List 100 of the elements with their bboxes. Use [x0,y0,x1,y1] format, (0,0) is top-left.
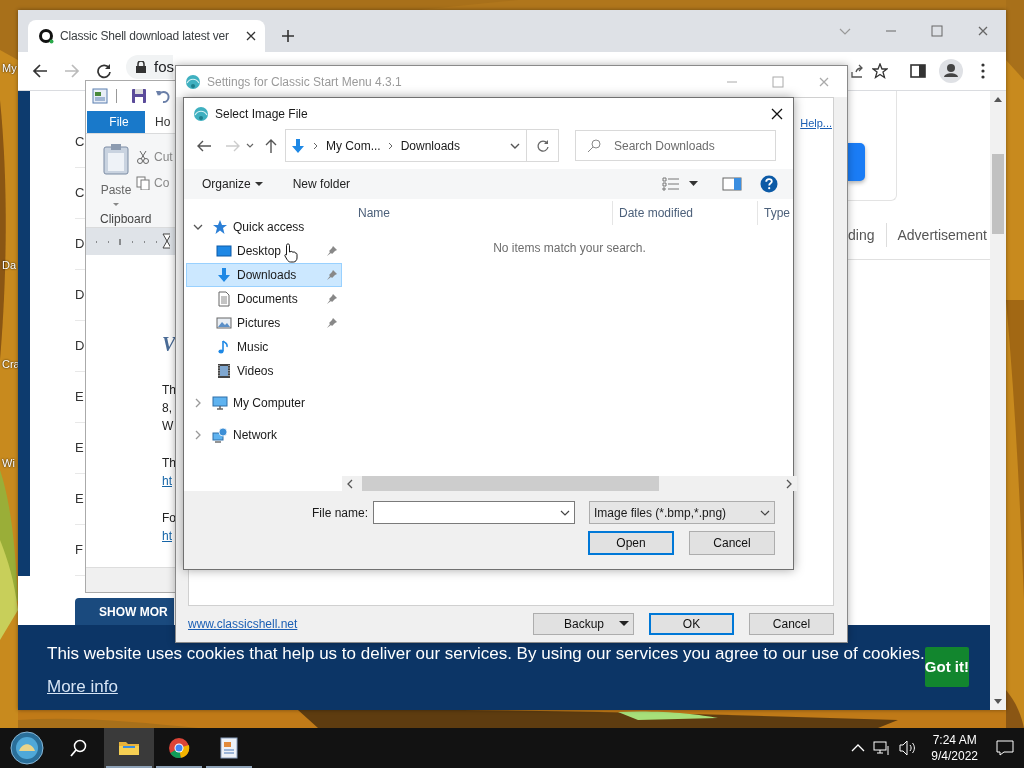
maximize-icon[interactable] [931,25,943,37]
share-icon[interactable] [850,64,864,78]
back-icon[interactable] [32,63,48,79]
avatar-icon[interactable] [939,59,963,83]
help-icon[interactable] [760,175,778,193]
column-header[interactable]: Date modified [612,201,757,225]
star-icon[interactable] [872,63,888,79]
chevron-down-icon[interactable] [246,142,254,149]
close-icon[interactable] [770,106,784,121]
document-text: W [162,418,174,435]
column-header[interactable]: Name [342,201,612,225]
tree-item[interactable]: Documents [186,287,342,311]
chevron-down-icon [560,509,570,516]
document-link[interactable]: ht [162,529,172,543]
breadcrumb[interactable]: Downloads [400,136,461,155]
document-icon [216,291,232,307]
empty-message: No items match your search. [492,240,647,257]
film-icon [216,363,232,379]
more-info-link[interactable]: More info [47,673,118,699]
dialog-title: Select Image File [215,105,308,123]
cookie-message: This website uses cookies that help us to deliver our services. By using our services you agree to our use of cookies. [47,643,925,665]
tree-item[interactable]: Downloads [186,263,342,287]
page-tab[interactable]: Advertisement [897,224,987,246]
pin-icon [326,293,338,305]
search-field[interactable]: Search Downloads [575,130,776,161]
download-icon [216,267,232,283]
scroll-up-icon[interactable] [994,96,1002,102]
file-type-dropdown[interactable]: Image files (*.bmp,*.png) [589,501,775,524]
scrollbar[interactable] [990,91,1006,710]
volume-icon[interactable] [899,740,918,756]
tree-item[interactable]: Quick access [186,215,342,239]
group-label: Clipboard [100,211,152,228]
menu-icon[interactable] [981,63,985,79]
pin-icon [326,269,338,281]
app-icon [185,73,201,90]
dialog-button[interactable]: Cancel [689,531,775,555]
chevron-up-icon[interactable] [851,743,866,753]
reload-icon[interactable] [96,63,112,79]
view-options-icon[interactable] [662,177,680,191]
address-bar[interactable]: fos [126,55,173,79]
notification-icon[interactable] [996,740,1014,756]
tree-item[interactable]: My Computer [186,391,342,415]
pin-icon [326,245,338,257]
scroll-right-icon[interactable] [784,478,794,489]
document-link[interactable]: ht [162,474,172,488]
side-panel-icon[interactable] [910,63,926,79]
network-icon[interactable] [873,740,892,756]
up-arrow-icon[interactable] [263,137,279,154]
scrollbar-thumb[interactable] [992,154,1004,234]
paste-button[interactable]: Paste [98,143,134,207]
chevron-down-icon[interactable] [510,142,520,149]
dialog-button[interactable]: Cancel [749,613,834,635]
tree-item[interactable]: Pictures [186,311,342,335]
undo-icon[interactable] [155,88,171,104]
refresh-button[interactable] [527,129,559,162]
desktop-icon [216,243,232,259]
close-icon[interactable] [245,30,257,42]
dialog-button[interactable]: Open [588,531,674,555]
breadcrumb[interactable]: My Com... [326,136,381,155]
ribbon-tab[interactable]: Ho [145,111,175,133]
lock-icon [136,61,146,73]
dialog-button[interactable]: OK [649,613,734,635]
app-icon [193,105,209,122]
tree-item[interactable]: Network [186,423,342,447]
app-icon[interactable] [92,88,108,104]
window-title: Settings for Classic Start Menu 4.3.1 [207,73,402,91]
page-tab[interactable]: ding [848,224,875,246]
scroll-left-icon[interactable] [345,478,355,489]
preview-pane-icon[interactable] [722,177,742,191]
tree-item[interactable]: Desktop [186,239,342,263]
scrollbar[interactable] [342,476,797,491]
taskbar-button[interactable] [104,728,154,768]
new-folder-button[interactable]: New folder [292,175,351,193]
help-link[interactable]: Help... [800,115,832,132]
got-it-button[interactable]: Got it! [924,647,969,687]
split-button[interactable]: Backup [533,613,634,635]
website-link[interactable]: www.classicshell.net [188,615,298,633]
chevron-right-icon [387,141,394,150]
organize-button[interactable]: Organize [202,175,263,193]
cut-button[interactable]: Cut [136,148,173,166]
caret-icon[interactable] [689,181,698,187]
ribbon-tab[interactable]: File [87,111,145,133]
save-icon[interactable] [131,88,147,104]
show-more-button[interactable]: SHOW MOR [75,598,174,625]
tree-item[interactable]: Music [186,335,342,359]
pin-icon [326,317,338,329]
document-heading: V [162,332,176,357]
caret-icon [619,621,629,627]
caret-icon [254,181,263,187]
document-text: Fo [162,510,176,527]
refresh-icon [535,138,550,153]
tree-item[interactable]: Videos [186,359,342,383]
new-tab-icon[interactable] [281,29,295,43]
scroll-down-icon[interactable] [994,699,1002,705]
breadcrumb-bar[interactable]: My Com... Downloads [285,129,527,162]
clock[interactable]: 7:24 AM 9/4/2022 [931,732,978,764]
column-header[interactable]: Type [757,201,797,225]
file-name-field[interactable] [373,501,575,524]
network-icon [212,427,228,443]
browser-tab[interactable]: Classic Shell download latest ver [28,20,265,52]
